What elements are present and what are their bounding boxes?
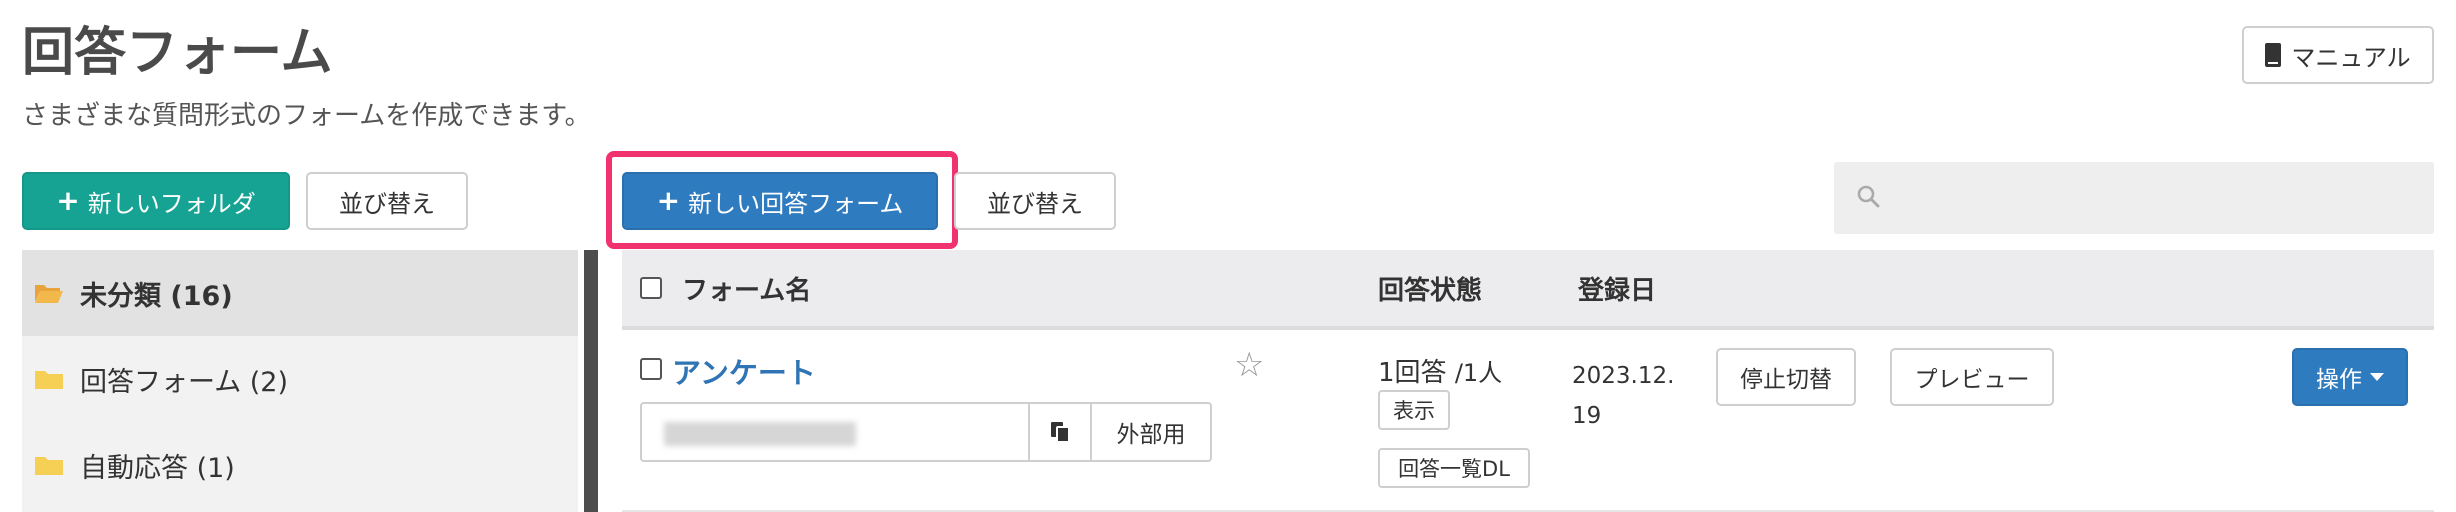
star-icon[interactable]: ☆ (1234, 348, 1264, 382)
copy-icon (1051, 422, 1070, 443)
new-folder-button[interactable]: + 新しいフォルダ (22, 172, 290, 230)
book-icon (2265, 43, 2282, 67)
search-input[interactable] (1834, 162, 2434, 234)
manual-button[interactable]: マニュアル (2242, 26, 2434, 84)
table-header: フォーム名 回答状態 登録日 (622, 250, 2434, 330)
sort-forms-label: 並び替え (987, 189, 1083, 218)
sort-folders-label: 並び替え (339, 189, 435, 218)
row-checkbox[interactable] (640, 358, 662, 380)
response-count: 1回答 /1人 (1378, 352, 1502, 389)
table-row: アンケート 外部用 ☆ 1回答 /1人 表示 回答一覧DL 2023.12. 1… (622, 334, 2434, 512)
select-all-checkbox-cell[interactable] (640, 250, 662, 326)
sort-forms-button[interactable]: 並び替え (954, 172, 1116, 230)
page-title: 回答フォーム (22, 23, 333, 83)
external-use-button[interactable]: 外部用 (1090, 404, 1210, 460)
operation-label: 操作 (2316, 367, 2362, 393)
preview-label: プレビュー (1914, 367, 2030, 393)
folder-icon (35, 457, 63, 475)
column-header-status: 回答状態 (1378, 275, 1483, 306)
operation-dropdown-button[interactable]: 操作 (2292, 348, 2408, 406)
new-folder-label: 新しいフォルダ (87, 189, 256, 218)
plus-icon: + (56, 184, 80, 217)
download-responses-button[interactable]: 回答一覧DL (1378, 448, 1530, 488)
folder-icon (35, 371, 63, 389)
manual-button-label: マニュアル (2291, 43, 2411, 72)
form-url-value (664, 422, 856, 446)
sidebar-item-response-forms[interactable]: 回答フォーム (2) (22, 336, 578, 422)
responder-count-value: /1人 (1454, 359, 1503, 387)
page-subtitle: さまざまな質問形式のフォームを作成できます。 (22, 101, 591, 131)
sidebar-item-uncategorized[interactable]: 未分類 (16) (22, 250, 578, 336)
column-header-date: 登録日 (1578, 275, 1657, 306)
caret-down-icon (2370, 373, 2384, 381)
column-header-name: フォーム名 (682, 275, 812, 306)
registration-date: 2023.12. 19 (1572, 363, 1675, 429)
plus-icon: + (656, 184, 681, 217)
sidebar-resize-handle[interactable] (584, 250, 598, 512)
toggle-stop-label: 停止切替 (1740, 367, 1832, 393)
sidebar-item-auto-reply[interactable]: 自動応答 (1) (22, 422, 578, 508)
folder-open-icon (35, 285, 63, 303)
new-form-label: 新しい回答フォーム (688, 189, 904, 218)
form-url-field[interactable]: 外部用 (640, 402, 1212, 462)
sidebar-item-label: 回答フォーム (2) (80, 366, 289, 398)
response-count-value: 1回答 (1378, 358, 1447, 388)
toggle-stop-button[interactable]: 停止切替 (1716, 348, 1856, 406)
form-name-link[interactable]: アンケート (672, 350, 816, 392)
new-form-button[interactable]: + 新しい回答フォーム (622, 172, 938, 230)
select-all-checkbox[interactable] (640, 277, 662, 299)
folder-sidebar: 未分類 (16) 回答フォーム (2) 自動応答 (1) (22, 250, 578, 512)
copy-url-button[interactable] (1028, 404, 1090, 460)
preview-button[interactable]: プレビュー (1890, 348, 2054, 406)
search-icon (1857, 185, 1880, 208)
sidebar-item-label: 未分類 (16) (80, 280, 233, 312)
sort-folders-button[interactable]: 並び替え (306, 172, 468, 230)
sidebar-item-label: 自動応答 (1) (80, 452, 235, 484)
show-responses-button[interactable]: 表示 (1378, 390, 1450, 430)
